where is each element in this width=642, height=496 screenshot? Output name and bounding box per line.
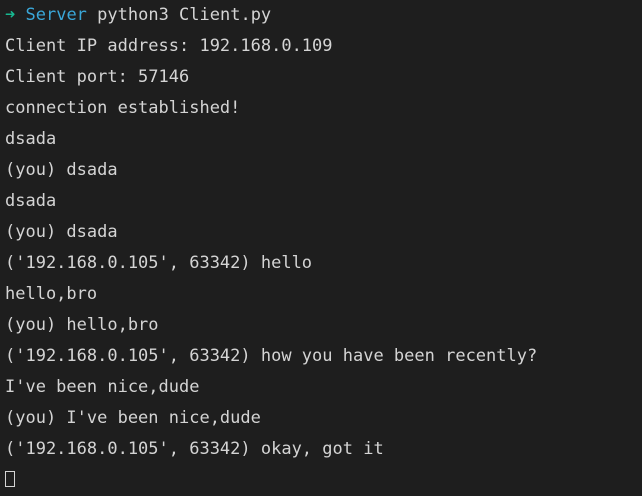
output-line: (you) I've been nice,dude [5,408,261,428]
command-text: python3 Client.py [97,5,272,25]
output-line: dsada [5,191,57,211]
output-line: Client IP address: 192.168.0.109 [5,36,333,56]
terminal-window[interactable]: ➜ Server python3 Client.py Client IP add… [0,0,642,487]
output-line: Client port: 57146 [5,67,190,87]
output-line: (you) hello,bro [5,315,159,335]
output-line: I've been nice,dude [5,377,200,397]
prompt-arrow-icon: ➜ [5,5,16,25]
output-line: (you) dsada [5,222,118,242]
output-line: dsada [5,129,57,149]
output-line: (you) dsada [5,160,118,180]
output-line: connection established! [5,98,241,118]
text-cursor[interactable] [5,471,15,487]
input-line[interactable] [5,465,642,496]
prompt-line: ➜ Server python3 Client.py [5,0,642,31]
output-line: ('192.168.0.105', 63342) hello [5,253,313,273]
output-line: ('192.168.0.105', 63342) okay, got it [5,439,384,459]
prompt-directory: Server [25,5,87,25]
output-line: ('192.168.0.105', 63342) how you have be… [5,346,538,366]
output-line: hello,bro [5,284,98,304]
